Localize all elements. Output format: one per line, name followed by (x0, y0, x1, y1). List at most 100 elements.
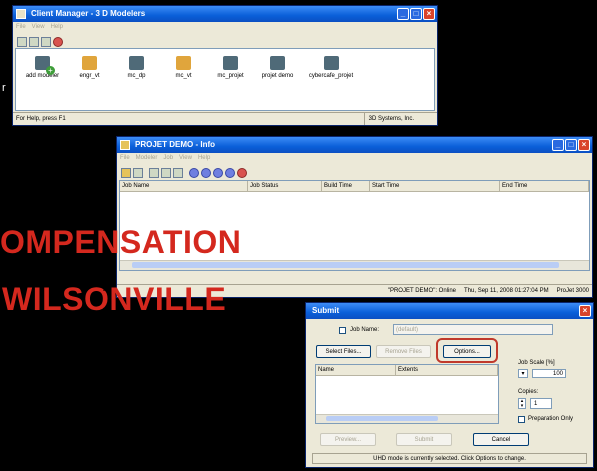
projet-info-window: PROJET DEMO - Info _ □ × File Modeler Jo… (116, 136, 593, 298)
modeler-add-modeler[interactable]: add modeler (19, 56, 66, 79)
modeler-engr-vt[interactable]: engr_vt (66, 56, 113, 79)
menu-job[interactable]: Job (163, 153, 173, 164)
modeler-cybercafe-projet[interactable]: cybercafe_projet (301, 56, 361, 79)
scroll-thumb[interactable] (326, 416, 438, 421)
tool-icon-3[interactable] (149, 167, 159, 178)
submit-dialog: Submit × Job Name: (default) Select File… (305, 302, 594, 468)
app-icon (120, 140, 130, 150)
projet-info-titlebar[interactable]: PROJET DEMO - Info _ □ × (117, 137, 592, 153)
job-scale-label: Job Scale [%] (518, 360, 555, 366)
status-help: For Help, press F1 (16, 116, 66, 122)
status-datetime: Thu, Sep 11, 2008 01:27:04 PM (464, 288, 549, 294)
copies-input[interactable]: 1 (530, 398, 552, 409)
select-files-button[interactable]: Select Files... (316, 345, 371, 358)
modeler-mc-projet[interactable]: mc_projet (207, 56, 254, 79)
status-company: 3D Systems, Inc. (363, 113, 434, 125)
client-manager-title: Client Manager - 3 D Modelers (31, 9, 146, 18)
modeler-mc-vt[interactable]: mc_vt (160, 56, 207, 79)
job-name-field[interactable]: (default) (393, 324, 553, 335)
modeler-projet-demo[interactable]: projet demo (254, 56, 301, 79)
menu-help[interactable]: Help (198, 153, 210, 164)
copies-label: Copies: (518, 389, 539, 395)
add-modeler-tool-icon[interactable] (17, 36, 27, 47)
status-online: "PROJET DEMO": Online (387, 288, 457, 294)
submit-title: Submit (312, 306, 340, 315)
options-highlight (436, 338, 498, 363)
menu-modeler[interactable]: Modeler (136, 153, 158, 164)
tool-icon-5[interactable] (173, 167, 183, 178)
client-manager-statusbar: For Help, press F1 3D Systems, Inc. (13, 112, 437, 125)
menu-view[interactable]: View (32, 22, 45, 33)
remove-files-button[interactable]: Remove Files (376, 345, 431, 358)
printer-icon (270, 56, 285, 70)
client-manager-window: Client Manager - 3 D Modelers _ □ × File… (12, 5, 438, 126)
submit-titlebar[interactable]: Submit × (306, 303, 593, 319)
remove-modeler-tool-icon[interactable] (29, 36, 39, 47)
printer-add-icon (35, 56, 55, 75)
properties-tool-icon[interactable] (41, 36, 51, 47)
scroll-thumb[interactable] (132, 262, 559, 268)
modeler-icon (176, 56, 191, 70)
modeler-mc-dp[interactable]: mc_dp (113, 56, 160, 79)
preview-button[interactable]: Preview... (320, 433, 376, 446)
close-icon[interactable]: × (423, 8, 435, 20)
play-icon[interactable] (189, 167, 199, 178)
projet-info-toolbar (117, 164, 592, 181)
horizontal-scrollbar[interactable] (120, 260, 589, 270)
printer-icon (323, 56, 339, 70)
pause-icon[interactable] (201, 167, 211, 178)
file-list-panel: Name Extents (315, 364, 499, 424)
printer-icon (223, 56, 238, 70)
projet-info-title: PROJET DEMO - Info (135, 140, 215, 149)
copies-spinner[interactable]: ▴ ▾ (518, 398, 526, 409)
stray-letter: r (2, 82, 6, 94)
col-name[interactable]: Name (316, 365, 396, 375)
col-job-status[interactable]: Job Status (248, 181, 322, 191)
file-list-header: Name Extents (316, 365, 498, 376)
modeler-icons: add modeler engr_vt mc_dp mc_vt mc_proje… (19, 56, 431, 79)
job-scale-input[interactable]: 100 (532, 369, 566, 378)
tool-icon-2[interactable] (133, 167, 143, 178)
job-name-label: Job Name: (350, 327, 380, 333)
cancel-button[interactable]: Cancel (473, 433, 529, 446)
job-scale-dropdown[interactable]: ▾ (518, 369, 528, 378)
menu-help[interactable]: Help (51, 22, 63, 33)
overlay-text-line1: OMPENSATION (0, 224, 242, 260)
col-extents[interactable]: Extents (396, 365, 498, 375)
client-manager-titlebar[interactable]: Client Manager - 3 D Modelers _ □ × (13, 6, 437, 22)
minimize-icon[interactable]: _ (397, 8, 409, 20)
maximize-icon[interactable]: □ (410, 8, 422, 20)
projet-info-menubar: File Modeler Job View Help (117, 153, 592, 164)
resume-icon[interactable] (213, 167, 223, 178)
printer-icon (129, 56, 144, 70)
uhd-status-bar: UHD mode is currently selected. Click Op… (312, 453, 587, 464)
job-name-checkbox[interactable] (339, 327, 346, 334)
app-icon (16, 9, 26, 19)
preparation-only-label: Preparation Only (528, 416, 574, 422)
tool-icon-4[interactable] (161, 167, 171, 178)
menu-view[interactable]: View (179, 153, 192, 164)
close-icon[interactable]: × (578, 139, 590, 151)
col-start-time[interactable]: Start Time (370, 181, 500, 191)
minimize-icon[interactable]: _ (552, 139, 564, 151)
stop-tool-icon[interactable] (53, 36, 63, 47)
stop-tool-icon[interactable] (237, 167, 247, 178)
preparation-only-checkbox[interactable] (518, 416, 525, 423)
col-end-time[interactable]: End Time (500, 181, 589, 191)
overlay-text-line2: WILSONVILLE (2, 281, 227, 317)
submit-button[interactable]: Submit (396, 433, 452, 446)
submit-job-tool-icon[interactable] (121, 167, 131, 178)
modeler-icon (82, 56, 97, 70)
job-list-header: Job Name Job Status Build Time Start Tim… (120, 181, 589, 192)
menu-file[interactable]: File (120, 153, 130, 164)
status-model: ProJet 3000 (556, 288, 589, 294)
col-build-time[interactable]: Build Time (322, 181, 370, 191)
client-manager-menubar: File View Help (13, 22, 437, 33)
abort-icon[interactable] (225, 167, 235, 178)
close-icon[interactable]: × (579, 305, 591, 317)
col-job-name[interactable]: Job Name (120, 181, 248, 191)
maximize-icon[interactable]: □ (565, 139, 577, 151)
file-list-scrollbar[interactable] (316, 414, 498, 423)
menu-file[interactable]: File (16, 22, 26, 33)
stray-letter-p: P (103, 286, 108, 293)
